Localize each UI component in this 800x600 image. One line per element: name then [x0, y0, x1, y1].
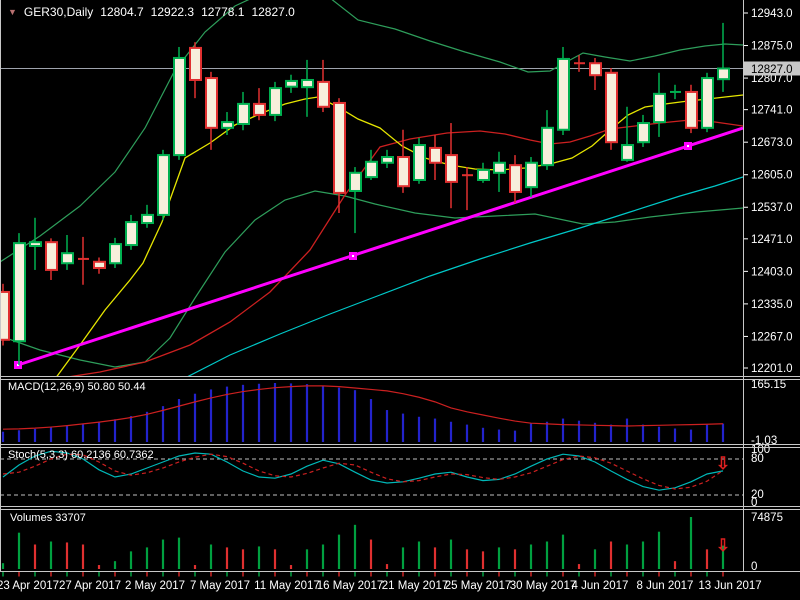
candle-body — [542, 128, 553, 165]
candle-body — [238, 104, 249, 124]
date-axis-label[interactable]: 27 Apr 2017 — [59, 580, 121, 592]
price-axis-label: 12403.0 — [751, 266, 793, 278]
open-value: 12804.7 — [100, 5, 143, 19]
bollinger-upper-band — [0, 0, 743, 262]
stoch-axis-label: 0 — [751, 497, 757, 509]
bollinger-lower-band — [0, 191, 743, 367]
price-axis-label: 12471.0 — [751, 234, 793, 246]
candle-body — [350, 173, 361, 191]
chart-object-triangle-icon: ▼ — [8, 7, 17, 17]
candle-body — [0, 292, 9, 340]
date-axis-label[interactable]: 7 May 2017 — [190, 580, 250, 592]
candle-body — [334, 103, 345, 193]
candle-body — [366, 162, 377, 177]
current-price-label: 12827.0 — [751, 64, 793, 76]
sell-signal-arrow: ⇩ — [716, 536, 730, 555]
candle-body — [558, 59, 569, 130]
candle-body — [702, 78, 713, 128]
candle-body — [414, 145, 425, 180]
candle-body — [14, 243, 25, 341]
date-axis-label[interactable]: 11 May 2017 — [254, 580, 320, 592]
price-axis-label: 12267.0 — [751, 331, 793, 343]
candle-body — [206, 78, 217, 128]
candle-body — [158, 155, 169, 215]
candle-body — [254, 104, 265, 115]
candle-body — [686, 92, 697, 128]
price-axis-label: 12537.0 — [751, 202, 793, 214]
price-axis-label: 12335.0 — [751, 299, 793, 311]
symbol-period-label: GER30,Daily — [24, 5, 93, 19]
date-axis-label[interactable]: 8 Jun 2017 — [637, 580, 694, 592]
candle-body — [318, 82, 329, 107]
candle-body — [526, 163, 537, 187]
sell-signal-arrow: ⇩ — [716, 454, 730, 473]
price-axis-label: 12673.0 — [751, 137, 793, 149]
candle-body — [62, 253, 73, 263]
chart-canvas[interactable]: 12943.012875.012807.012741.012673.012605… — [0, 0, 800, 600]
date-axis-label[interactable]: 30 May 2017 — [510, 580, 577, 592]
chart-title: ▼ GER30,Daily 12804.7 12922.3 12778.1 12… — [8, 5, 295, 19]
main-chart-area[interactable] — [0, 0, 743, 379]
candle-body — [718, 68, 729, 79]
candle-body — [382, 157, 393, 163]
candle-body — [606, 73, 617, 142]
candle-body — [30, 242, 41, 246]
date-axis-label[interactable]: 23 Apr 2017 — [0, 580, 59, 592]
candle-body — [398, 157, 409, 186]
candle-body — [510, 165, 521, 192]
candle-body — [142, 215, 153, 223]
price-axis-label: 12943.0 — [751, 8, 793, 20]
candle-body — [622, 145, 633, 160]
price-axis-label: 12201.0 — [751, 363, 793, 375]
price-axis-label: 12741.0 — [751, 105, 793, 117]
trendline-handle-dot — [687, 145, 689, 147]
candle-body — [190, 48, 201, 80]
price-axis-label: 12605.0 — [751, 170, 793, 182]
date-axis-label[interactable]: 13 Jun 2017 — [698, 580, 761, 592]
volumes-indicator-label: Volumes 33707 — [10, 512, 86, 524]
candle-body — [174, 58, 185, 155]
candle-body — [430, 148, 441, 163]
candle-body — [654, 94, 665, 122]
candle-body — [494, 163, 505, 173]
low-value: 12778.1 — [201, 5, 244, 19]
slow-ma-line — [185, 177, 743, 378]
candle-body — [94, 262, 105, 268]
macd-axis-max: 165.15 — [751, 379, 786, 391]
stoch-indicator-label: Stoch(5,3,3) 60.2136 60.7362 — [8, 449, 154, 461]
price-axis-label: 12875.0 — [751, 41, 793, 53]
date-axis-label[interactable]: 16 May 2017 — [317, 580, 384, 592]
date-axis-label[interactable]: 4 Jun 2017 — [572, 580, 629, 592]
date-axis-label[interactable]: 25 May 2017 — [445, 580, 512, 592]
close-value: 12827.0 — [251, 5, 294, 19]
candle-body — [446, 155, 457, 182]
volume-axis-max: 74875 — [751, 512, 783, 524]
candle-body — [126, 222, 137, 245]
candle-body — [46, 242, 57, 270]
stoch-axis-label: 80 — [751, 453, 764, 465]
candle-body — [478, 170, 489, 180]
date-axis-label[interactable]: 2 May 2017 — [125, 580, 185, 592]
candle-body — [590, 63, 601, 75]
candle-body — [302, 80, 313, 87]
candle-body — [286, 81, 297, 87]
date-axis-label[interactable]: 21 May 2017 — [382, 580, 449, 592]
trendline-handle-dot — [352, 255, 354, 257]
candle-body — [110, 244, 121, 263]
candle-body — [270, 88, 281, 115]
candle-body — [222, 122, 233, 128]
trendline[interactable] — [18, 128, 743, 365]
macd-indicator-label: MACD(12,26,9) 50.80 50.44 — [8, 381, 146, 393]
trading-chart-window: { "title": { "symbol": "GER30,Daily", "o… — [0, 0, 800, 600]
candle-body — [638, 123, 649, 142]
high-value: 12922.3 — [151, 5, 194, 19]
